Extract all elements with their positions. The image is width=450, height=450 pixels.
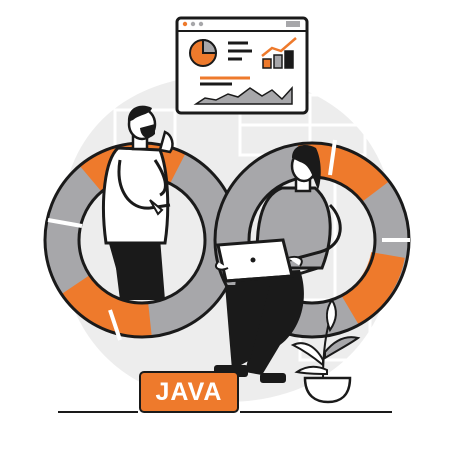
window-dot-min (190, 21, 196, 27)
window-dot-max (198, 21, 204, 27)
java-badge-label: JAVA (155, 377, 223, 406)
pie-chart-icon (189, 38, 218, 67)
window-dot-close (182, 21, 188, 27)
plant-pot (303, 376, 352, 404)
dashboard-window (175, 16, 309, 115)
